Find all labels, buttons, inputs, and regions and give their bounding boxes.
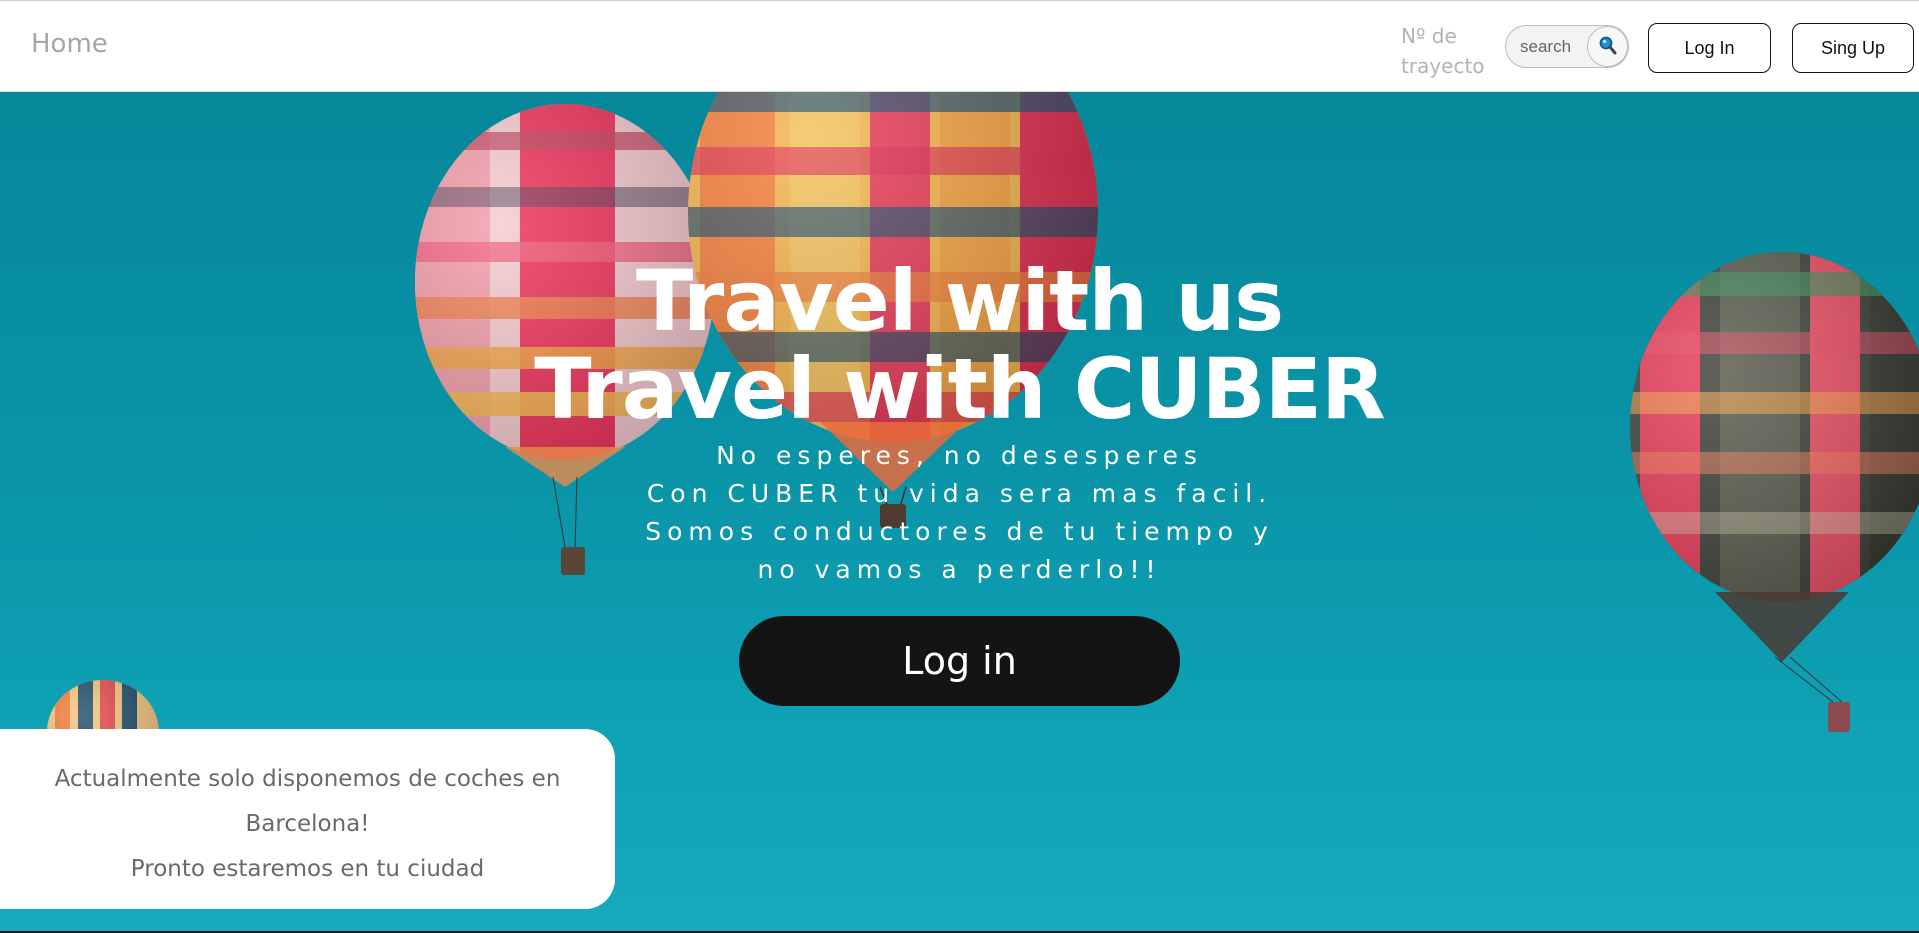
hero-subtitle-line: no vamos a perderlo!! bbox=[757, 555, 1162, 584]
hero-subtitle: No esperes, no desesperes Con CUBER tu v… bbox=[0, 437, 1919, 589]
search-input[interactable] bbox=[1520, 35, 1586, 59]
availability-notice: Actualmente solo disponemos de coches en… bbox=[0, 729, 615, 909]
notice-line-1: Actualmente solo disponemos de coches en bbox=[54, 766, 561, 792]
hero-title: Travel with us Travel with CUBER bbox=[0, 257, 1919, 433]
search-button[interactable] bbox=[1587, 26, 1628, 67]
search-box bbox=[1505, 25, 1629, 68]
login-button[interactable]: Log In bbox=[1648, 23, 1771, 73]
hero-subtitle-line: Somos conductores de tu tiempo y bbox=[645, 517, 1274, 546]
hero-section: Travel with us Travel with CUBER No espe… bbox=[0, 92, 1919, 933]
hero-login-button[interactable]: Log in bbox=[739, 616, 1180, 706]
hero-subtitle-line: No esperes, no desesperes bbox=[716, 441, 1203, 470]
hero-title-line-1: Travel with us bbox=[635, 252, 1284, 350]
notice-line-2: Barcelona! bbox=[245, 811, 370, 837]
home-link[interactable]: Home bbox=[31, 29, 108, 59]
magnifier-icon bbox=[1599, 36, 1617, 55]
trip-number-label: Nº de trayecto bbox=[1401, 24, 1485, 78]
hero-title-line-2: Travel with CUBER bbox=[534, 340, 1385, 438]
hero-subtitle-line: Con CUBER tu vida sera mas facil. bbox=[646, 479, 1273, 508]
notice-line-3: Pronto estaremos en tu ciudad bbox=[130, 856, 485, 882]
top-navbar: Home Nº de trayecto Log In Sing Up bbox=[0, 1, 1919, 92]
signup-button[interactable]: Sing Up bbox=[1792, 23, 1914, 73]
